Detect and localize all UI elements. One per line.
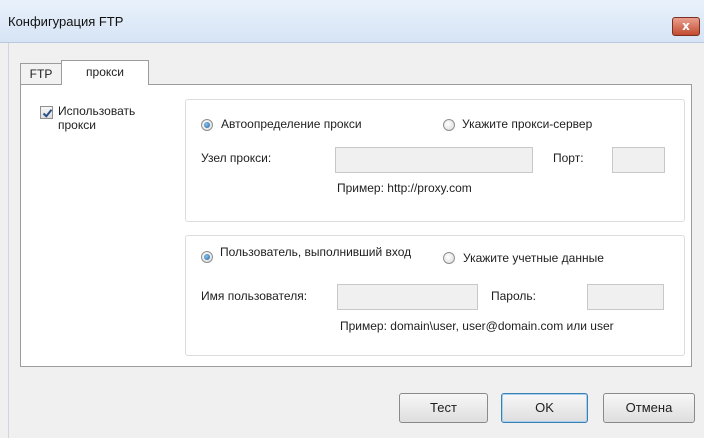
- password-label: Пароль:: [491, 289, 536, 303]
- window-title: Конфигурация FTP: [8, 14, 124, 29]
- radio-selected-dot: [204, 254, 210, 260]
- specify-proxy-radio[interactable]: [443, 119, 455, 131]
- tab-proxy[interactable]: прокси: [61, 60, 149, 85]
- proxy-port-input[interactable]: [612, 147, 665, 173]
- username-label: Имя пользователя:: [201, 289, 308, 303]
- proxy-host-label: Узел прокси:: [201, 151, 272, 165]
- password-input[interactable]: [587, 284, 664, 310]
- use-proxy-label: Использовать прокси: [58, 104, 136, 132]
- proxy-port-label: Порт:: [553, 151, 584, 165]
- close-button[interactable]: x: [672, 17, 700, 36]
- proxy-host-input[interactable]: [335, 147, 533, 173]
- logged-user-radio[interactable]: [201, 251, 213, 263]
- tab-ftp[interactable]: FTP: [20, 63, 62, 84]
- close-icon: x: [682, 19, 690, 33]
- auto-detect-label: Автоопределение прокси: [221, 117, 362, 131]
- checkmark-icon: [42, 109, 53, 118]
- auto-detect-radio[interactable]: [201, 119, 213, 131]
- ok-button[interactable]: OK: [501, 393, 588, 423]
- use-proxy-checkbox[interactable]: [40, 106, 53, 119]
- specify-credentials-radio[interactable]: [443, 252, 455, 264]
- logged-user-label: Пользователь, выполнивший вход: [220, 245, 412, 259]
- specify-proxy-label: Укажите прокси-сервер: [462, 117, 593, 131]
- proxy-example-text: Пример: http://proxy.com: [337, 181, 472, 195]
- test-button[interactable]: Тест: [399, 393, 488, 423]
- specify-credentials-label: Укажите учетные данные: [463, 251, 604, 265]
- username-input[interactable]: [337, 284, 478, 310]
- credentials-example-text: Пример: domain\user, user@domain.com или…: [340, 319, 614, 333]
- cancel-button[interactable]: Отмена: [603, 393, 695, 423]
- radio-selected-dot: [204, 122, 210, 128]
